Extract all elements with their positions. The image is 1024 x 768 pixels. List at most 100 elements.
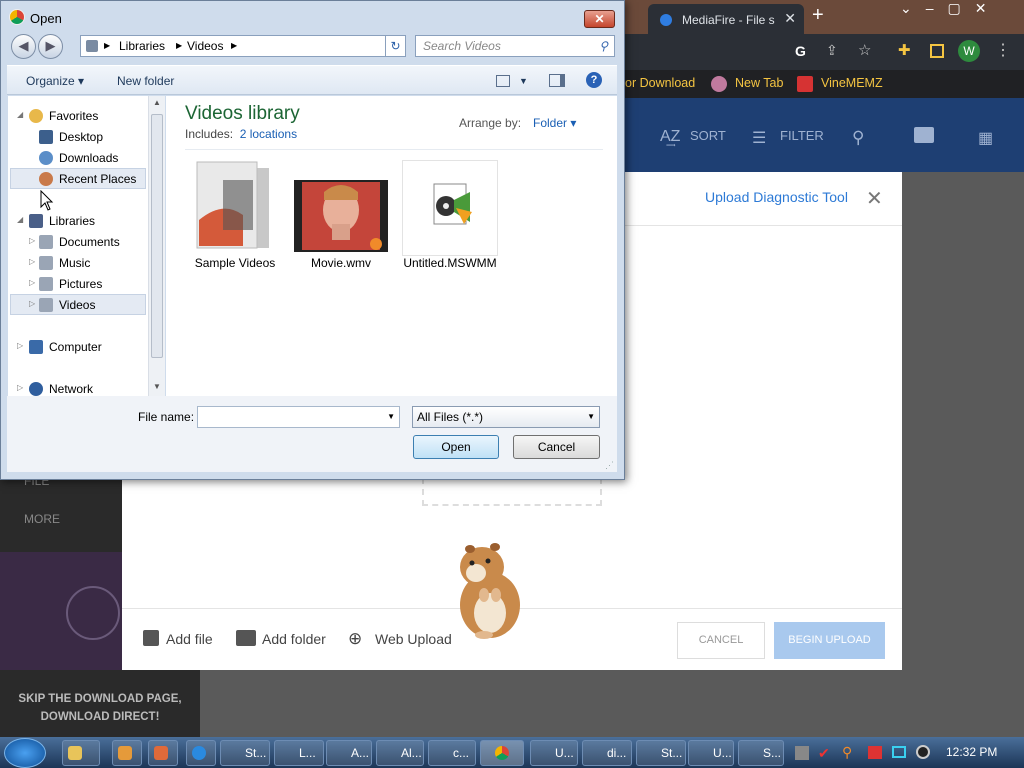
open-button[interactable]: Open <box>413 435 499 459</box>
tree-music[interactable]: ▷ Music <box>29 256 90 270</box>
breadcrumb-videos[interactable]: Videos <box>187 39 223 53</box>
dropdown-arrow-icon[interactable]: ▼ <box>387 412 395 421</box>
add-folder-button[interactable]: Add folder <box>262 631 326 647</box>
sidebar-more[interactable]: MORE <box>24 512 60 526</box>
library-title: Videos library <box>185 103 300 124</box>
dropdown-arrow-icon[interactable]: ▼ <box>587 412 595 421</box>
refresh-button[interactable]: ↻ <box>385 35 406 57</box>
bookmark-star-icon[interactable]: ☆ <box>858 41 871 59</box>
tray-icon[interactable] <box>795 746 809 760</box>
begin-upload-button[interactable]: BEGIN UPLOAD <box>774 622 885 659</box>
file-item-movie-wmv[interactable]: Movie.wmv <box>294 160 388 280</box>
file-type-select[interactable]: All Files (*.*) ▼ <box>412 406 600 428</box>
taskbar-explorer[interactable] <box>62 740 100 766</box>
bookmark-download[interactable]: or Download <box>625 76 695 90</box>
address-bar[interactable]: ▶ Libraries ▶ Videos ▶ ▼ <box>80 35 406 57</box>
help-icon[interactable]: ? <box>586 72 602 88</box>
tree-videos[interactable]: ▷ Videos <box>29 298 95 312</box>
taskbar-clock[interactable]: 12:32 PM <box>946 745 997 759</box>
tree-libraries[interactable]: ◢ Libraries <box>17 214 95 228</box>
bookmark-vinememz[interactable]: VineMEMZ <box>821 76 883 90</box>
arrange-by-dropdown[interactable]: Folder ▾ <box>533 116 576 130</box>
locations-link[interactable]: 2 locations <box>240 127 297 141</box>
drop-zone[interactable] <box>422 478 602 506</box>
file-item-sample-videos[interactable]: Sample Videos <box>190 160 280 280</box>
organize-button[interactable]: Organize ▾ <box>26 74 84 88</box>
tree-desktop[interactable]: Desktop <box>39 130 103 144</box>
taskbar-item-5[interactable]: c... <box>428 740 476 766</box>
tab-close-icon[interactable]: ✕ <box>784 10 796 27</box>
add-folder-icon[interactable] <box>236 630 256 646</box>
preview-pane-icon[interactable] <box>549 74 565 87</box>
skip-download-page-text[interactable]: SKIP THE DOWNLOAD PAGE, DOWNLOAD DIRECT! <box>0 690 200 726</box>
view-options-icon[interactable] <box>496 75 510 87</box>
taskbar-item-1[interactable]: St... <box>220 740 270 766</box>
window-controls[interactable]: ⌄–▢✕ <box>900 0 1000 17</box>
tree-favorites[interactable]: ◢ Favorites <box>17 109 98 123</box>
search-input[interactable]: Search Videos ⚲ <box>415 35 615 57</box>
taskbar-chrome[interactable] <box>480 740 524 766</box>
add-file-icon[interactable] <box>143 630 159 646</box>
file-name-input[interactable]: ▼ <box>197 406 400 428</box>
taskbar-item-2[interactable]: L... <box>274 740 324 766</box>
google-icon[interactable]: G <box>795 43 806 59</box>
taskbar-item-3[interactable]: A... <box>326 740 372 766</box>
scrollbar-thumb[interactable] <box>151 114 163 358</box>
taskbar-item-9[interactable]: St... <box>636 740 686 766</box>
tree-documents[interactable]: ▷ Documents <box>29 235 120 249</box>
taskbar-item-10[interactable]: U... <box>688 740 734 766</box>
new-tab-plus-icon[interactable]: + <box>812 4 824 27</box>
tray-search-icon[interactable]: ⚲ <box>842 744 852 761</box>
bookmark-new-tab[interactable]: New Tab <box>735 76 783 90</box>
add-file-button[interactable]: Add file <box>166 631 213 647</box>
breadcrumb-libraries[interactable]: Libraries <box>119 39 165 53</box>
cancel-button[interactable]: Cancel <box>513 435 600 459</box>
tray-check-icon[interactable]: ✔ <box>818 745 830 762</box>
back-button[interactable]: ◀ <box>11 34 36 59</box>
profile-avatar[interactable]: W <box>958 40 980 62</box>
sidebar-ad-banner[interactable] <box>0 552 122 670</box>
new-folder-button[interactable]: New folder <box>117 74 174 88</box>
tree-recent-places[interactable]: Recent Places <box>39 172 136 186</box>
filter-icon[interactable]: ☰ <box>752 128 766 148</box>
tray-volume-icon[interactable] <box>916 745 930 759</box>
libraries-icon <box>29 214 43 228</box>
taskbar-item-4[interactable]: Al... <box>376 740 424 766</box>
taskbar-app[interactable] <box>148 740 178 766</box>
nav-pane-scrollbar[interactable]: ▲ ▼ <box>148 96 165 396</box>
tree-network[interactable]: ▷ Network <box>17 382 93 396</box>
start-button[interactable] <box>4 738 46 768</box>
tray-monitor-icon[interactable] <box>892 746 906 758</box>
new-folder-icon[interactable] <box>914 127 934 143</box>
filter-button[interactable]: FILTER <box>780 128 824 143</box>
taskbar-item-11[interactable]: S... <box>738 740 784 766</box>
share-icon[interactable]: ⇪ <box>826 42 838 59</box>
tree-computer[interactable]: ▷ Computer <box>17 340 102 354</box>
file-item-untitled-mswmm[interactable]: Untitled.MSWMM <box>402 160 498 284</box>
side-panel-icon[interactable] <box>930 44 944 58</box>
tree-pictures[interactable]: ▷ Pictures <box>29 277 102 291</box>
tree-downloads[interactable]: Downloads <box>39 151 118 165</box>
taskbar-item-8[interactable]: di... <box>582 740 632 766</box>
taskbar-media[interactable] <box>112 740 142 766</box>
chrome-menu-icon[interactable]: ⋮ <box>995 40 1011 60</box>
upload-diagnostic-tool-link[interactable]: Upload Diagnostic Tool <box>705 189 848 205</box>
resize-grip-icon[interactable]: ⋰ <box>605 460 614 471</box>
search-icon[interactable]: ⚲ <box>852 128 864 148</box>
sort-button[interactable]: SORT <box>690 128 726 143</box>
forward-button[interactable]: ▶ <box>38 34 63 59</box>
taskbar-ie[interactable] <box>186 740 216 766</box>
extensions-icon[interactable]: ✚ <box>898 41 911 59</box>
chrome-tab-mediafire[interactable]: MediaFire - File s ✕ <box>648 4 804 34</box>
scroll-up-icon[interactable]: ▲ <box>153 98 161 107</box>
grid-view-icon[interactable]: ▦ <box>978 128 993 148</box>
taskbar-item-7[interactable]: U... <box>530 740 578 766</box>
close-modal-icon[interactable]: ✕ <box>866 186 883 211</box>
dialog-close-button[interactable]: ✕ <box>584 10 615 28</box>
view-dropdown-icon[interactable]: ▼ <box>519 76 528 86</box>
globe-icon[interactable]: ⊕ <box>348 629 362 649</box>
upload-cancel-button[interactable]: CANCEL <box>677 622 765 659</box>
scroll-down-icon[interactable]: ▼ <box>153 382 161 391</box>
sort-az-icon[interactable]: A͢Z <box>660 128 680 146</box>
tray-flag-icon[interactable] <box>868 746 882 759</box>
